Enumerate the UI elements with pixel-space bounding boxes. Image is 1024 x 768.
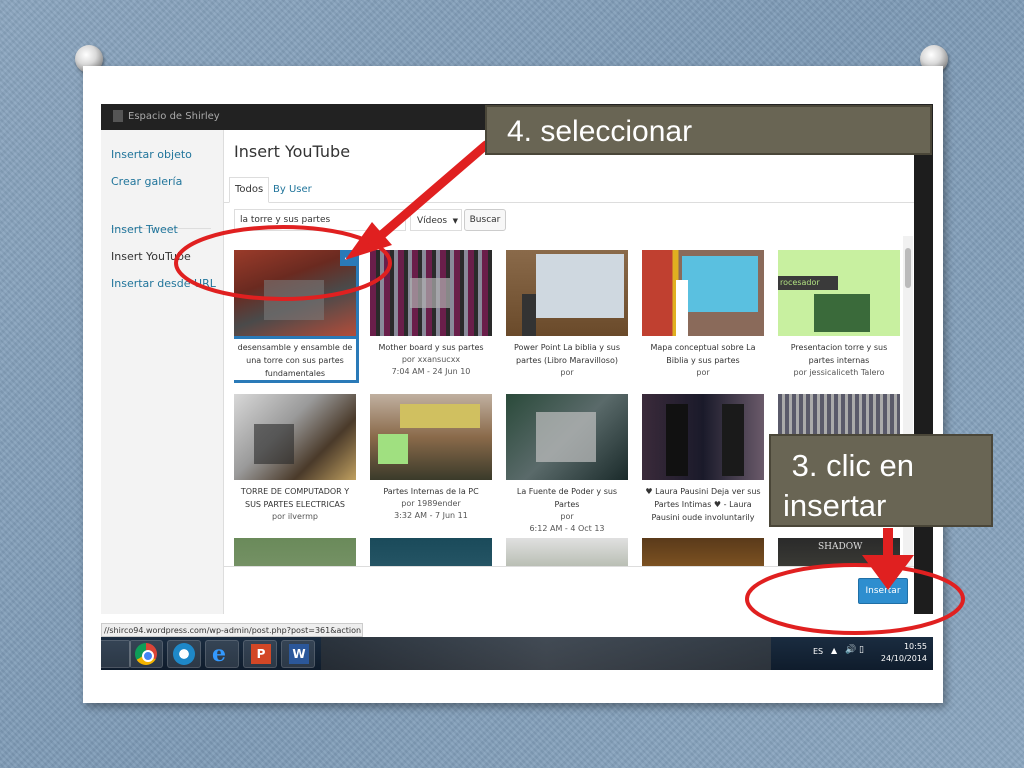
modal-title: Insert YouTube <box>234 142 351 161</box>
thumb-caption: SHADOW <box>818 542 863 552</box>
sidebar-item-insertar-desde-url[interactable]: Insertar desde URL <box>111 277 216 290</box>
checkmark-icon: ✓ <box>340 250 356 266</box>
video-title: Partes Internas de la PC <box>383 487 479 496</box>
callout-step-3-line2: insertar <box>783 488 887 523</box>
taskbar: e P W ES ▲ 🔊 ▯ 10:55 24/10/2014 <box>101 637 933 670</box>
status-url: //shirco94.wordpress.com/wp-admin/post.p… <box>101 623 363 637</box>
video-thumbnail: ✓ <box>234 250 359 339</box>
search-button[interactable]: Buscar <box>464 209 506 231</box>
clock-time: 10:55 <box>903 642 927 651</box>
video-card-8[interactable]: La Fuente de Poder y sus Partes por 6:12… <box>506 394 628 535</box>
video-title: TORRE DE COMPUTADOR Y SUS PARTES ELECTRI… <box>240 487 350 509</box>
video-thumbnail <box>370 250 492 336</box>
video-title: Power Point La biblia y sus partes (Libr… <box>514 343 620 365</box>
taskbar-start[interactable] <box>101 640 131 668</box>
video-title: desensamble y ensamble de una torre con … <box>237 343 353 378</box>
word-taskbar-icon[interactable]: W <box>281 640 315 668</box>
video-author: por jessicaliceth Talero <box>793 368 885 377</box>
video-thumbnail <box>234 394 356 480</box>
video-card-9[interactable]: ♥ Laura Pausini Deja ver sus Partes Inti… <box>642 394 764 524</box>
clock-app-taskbar-icon[interactable] <box>167 640 201 668</box>
video-author: por xxansucxx <box>401 355 461 364</box>
video-thumbnail <box>370 394 492 480</box>
internet-explorer-icon: e <box>212 641 226 667</box>
insert-button[interactable]: Insertar <box>858 578 908 604</box>
video-thumbnail <box>642 394 764 480</box>
page-edge <box>914 130 933 614</box>
screenshot: Espacio de Shirley Insertar objeto Crear… <box>101 104 933 670</box>
video-card-3[interactable]: Power Point La biblia y sus partes (Libr… <box>506 250 628 379</box>
video-author: por 1989ender <box>401 499 461 508</box>
video-author: por <box>560 368 574 377</box>
sidebar-item-insertar-objeto[interactable]: Insertar objeto <box>111 148 192 161</box>
tray-arrow-icon[interactable]: ▲ <box>831 646 837 655</box>
sidebar-item-insert-youtube[interactable]: Insert YouTube <box>111 250 191 263</box>
video-author: por ilvermp <box>272 512 318 521</box>
language-indicator[interactable]: ES <box>813 647 823 656</box>
network-icon[interactable]: ▯ <box>859 645 864 655</box>
video-title: Presentacion torre y sus partes internas <box>790 343 888 365</box>
sidebar-item-crear-galeria[interactable]: Crear galería <box>111 175 182 188</box>
site-icon <box>113 110 123 122</box>
chrome-taskbar-icon[interactable] <box>129 640 163 668</box>
video-title: ♥ Laura Pausini Deja ver sus Partes Inti… <box>645 487 761 522</box>
sidebar-item-insert-tweet[interactable]: Insert Tweet <box>111 223 178 236</box>
clock-icon <box>173 643 195 665</box>
powerpoint-icon: P <box>251 644 271 664</box>
taskbar-blur-area <box>321 637 771 670</box>
video-title: Mother board y sus partes <box>378 343 484 352</box>
video-card-1[interactable]: ✓ desensamble y ensamble de una torre co… <box>234 250 359 380</box>
powerpoint-taskbar-icon[interactable]: P <box>243 640 277 668</box>
video-thumbnail: rocesador <box>778 250 900 336</box>
video-card-2[interactable]: Mother board y sus partes por xxansucxx … <box>370 250 492 378</box>
callout-step-4: 4. seleccionar <box>485 105 932 155</box>
media-sidebar: Insertar objeto Crear galería Insert Twe… <box>101 130 224 614</box>
clock[interactable]: 10:55 24/10/2014 <box>881 641 927 665</box>
type-select[interactable]: Vídeos ▼ <box>410 209 462 231</box>
video-date: 3:32 AM - 7 Jun 11 <box>394 511 468 520</box>
tab-todos[interactable]: Todos <box>229 177 270 203</box>
modal-content: Insert YouTube Todos By User Vídeos ▼ Bu… <box>224 130 914 614</box>
video-author: por <box>696 368 710 377</box>
video-date: 6:12 AM - 4 Oct 13 <box>529 524 605 533</box>
video-date: 7:04 AM - 24 Jun 10 <box>391 367 471 376</box>
modal-footer <box>224 566 914 615</box>
scrollbar-thumb[interactable] <box>905 248 911 288</box>
ie-taskbar-icon[interactable]: e <box>205 640 239 668</box>
video-thumbnail <box>506 394 628 480</box>
video-card-6[interactable]: TORRE DE COMPUTADOR Y SUS PARTES ELECTRI… <box>234 394 356 523</box>
video-thumbnail <box>506 250 628 336</box>
type-select-value: Vídeos <box>417 216 448 226</box>
site-title[interactable]: Espacio de Shirley <box>128 111 220 122</box>
word-icon: W <box>289 644 309 664</box>
video-title: Mapa conceptual sobre La Biblia y sus pa… <box>650 343 756 365</box>
tab-bar: Todos By User <box>224 172 914 203</box>
video-author: por <box>560 512 574 521</box>
callout-step-3: 3. clic en insertar <box>769 434 993 527</box>
thumb-caption: rocesador <box>778 276 838 290</box>
video-card-7[interactable]: Partes Internas de la PC por 1989ender 3… <box>370 394 492 522</box>
video-title: La Fuente de Poder y sus Partes <box>516 487 618 509</box>
search-input[interactable] <box>234 209 406 231</box>
video-thumbnail <box>642 250 764 336</box>
volume-icon[interactable]: 🔊 <box>845 645 856 655</box>
video-card-4[interactable]: Mapa conceptual sobre La Biblia y sus pa… <box>642 250 764 379</box>
chevron-down-icon: ▼ <box>452 217 458 225</box>
video-card-5[interactable]: rocesador Presentacion torre y sus parte… <box>778 250 900 379</box>
callout-step-3-line1: 3. clic en <box>783 448 914 483</box>
clock-date: 24/10/2014 <box>880 654 927 663</box>
tab-by-user[interactable]: By User <box>268 178 317 202</box>
